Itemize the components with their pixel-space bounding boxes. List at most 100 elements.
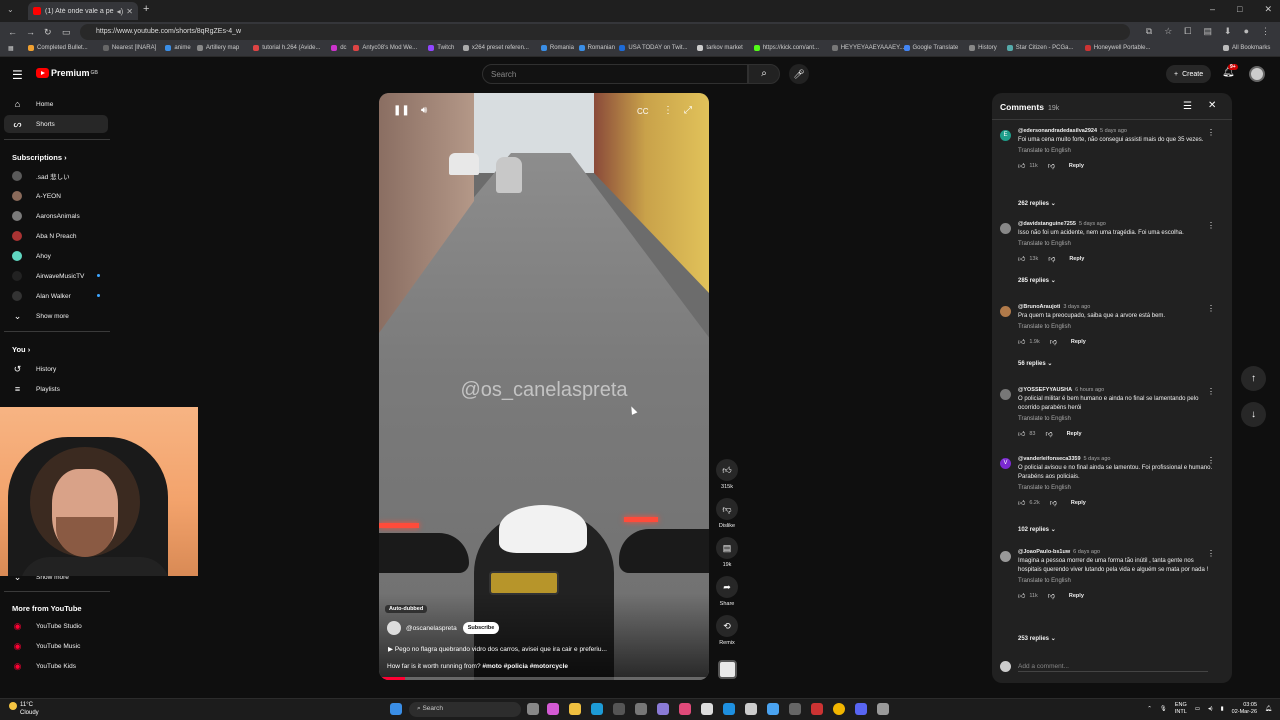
comment-author[interactable]: @BrunoAraujoti 3 days ago (1018, 304, 1214, 310)
clock[interactable]: 03:05 02-Mar-26 (1232, 702, 1257, 716)
comment-author[interactable]: @edersonandradedasilva2924 5 days ago (1018, 128, 1214, 134)
tray-chevron-icon[interactable]: ⌃ (1147, 706, 1152, 712)
subscribe-button[interactable]: Subscribe (462, 622, 500, 634)
translate-link[interactable]: Translate to English (1018, 416, 1214, 422)
tab-search-icon[interactable]: ⌄ (7, 5, 14, 14)
pause-icon[interactable]: ❚❚ (393, 105, 410, 116)
reply-button[interactable]: Reply (1069, 256, 1084, 262)
channel-avatar[interactable] (387, 621, 401, 635)
sidepanel-icon[interactable]: ▭ (62, 27, 71, 38)
download-icon[interactable]: ⬇ (1224, 26, 1232, 37)
thumbs-down-icon[interactable]: 👎︎ (716, 498, 738, 520)
comment-more-icon[interactable]: ⋮ (1207, 456, 1215, 465)
maximize-button[interactable]: □ (1237, 4, 1242, 15)
comment-more-icon[interactable]: ⋮ (1207, 304, 1215, 313)
bookmark-item[interactable]: Romanian (578, 45, 615, 51)
comment-author[interactable]: @vanderleifonseca3359 5 days ago (1018, 456, 1214, 462)
comment-more-icon[interactable]: ⋮ (1207, 549, 1215, 558)
thumbs-up-icon[interactable]: 👍︎ (1018, 337, 1025, 346)
commenter-avatar[interactable]: V (1000, 458, 1011, 469)
share-action[interactable]: ➦ Share (716, 576, 738, 607)
guide-menu-icon[interactable]: ☰ (12, 68, 23, 82)
volume-icon[interactable]: 🔊︎ (421, 105, 427, 116)
sidebar-item-history[interactable]: ↺ History (4, 360, 108, 378)
add-comment-row[interactable]: Add a comment... (1000, 661, 1208, 672)
thumbs-down-icon[interactable]: 👎︎ (1050, 337, 1057, 346)
tab-mute-icon[interactable]: ◂) (117, 7, 124, 16)
bookmark-star-icon[interactable]: ☆ (1164, 26, 1172, 37)
reply-button[interactable]: Reply (1069, 163, 1084, 169)
sidebar-item-youtube-studio[interactable]: ◉ YouTube Studio (4, 617, 108, 635)
sidebar-item-youtube-kids[interactable]: ◉ YouTube Kids (4, 657, 108, 675)
sidebar-item-home[interactable]: ⌂ Home (4, 95, 108, 113)
comment-author[interactable]: @YOSSEFYYAUSHA 6 hours ago (1018, 387, 1214, 393)
app-icon-g[interactable] (811, 703, 823, 715)
translate-link[interactable]: Translate to English (1018, 485, 1214, 491)
comment-author[interactable]: @JoaoPaulo-bs1uw 6 days ago (1018, 549, 1214, 555)
tab-close-icon[interactable]: ✕ (126, 7, 133, 16)
bookmark-item[interactable]: USA TODAY on Twit... (619, 45, 688, 51)
commenter-avatar[interactable] (1000, 389, 1011, 400)
subscriptions-heading[interactable]: Subscriptions › (12, 153, 67, 162)
bookmark-item[interactable]: https://kick.com/ant... (753, 45, 819, 51)
thumbs-down-icon[interactable]: 👎︎ (1048, 591, 1055, 600)
steam-icon[interactable] (745, 703, 757, 715)
comment-author[interactable]: @davidstanguine7255 5 days ago (1018, 221, 1214, 227)
search-button[interactable]: ⌕ (748, 64, 780, 84)
language-indicator[interactable]: ENG INTL (1175, 702, 1187, 716)
thumbs-up-icon[interactable]: 👍︎ (1018, 498, 1025, 507)
thumbs-up-icon[interactable]: 👍︎ (1018, 591, 1025, 600)
previous-short-button[interactable]: ↑ (1241, 366, 1266, 391)
notification-center-icon[interactable]: 🔔︎ (1265, 706, 1272, 712)
store-icon[interactable] (613, 703, 625, 715)
app-icon-h[interactable] (877, 703, 889, 715)
thumbs-down-icon[interactable]: 👎︎ (1048, 161, 1055, 170)
share-icon[interactable]: ➦ (716, 576, 738, 598)
minimize-button[interactable]: – (1210, 4, 1215, 15)
sidebar-item-playlists[interactable]: ≡ Playlists (4, 380, 108, 398)
bookmark-item[interactable]: x264 preset referen... (462, 45, 529, 51)
network-icon[interactable]: ▭ (1195, 706, 1200, 712)
taskbar-search[interactable]: ⌕ Search (409, 702, 521, 717)
shorts-video-player[interactable]: @os_canelaspreta ❚❚ 🔊︎ CC ⋮ ⤢ Auto-dubbe… (379, 93, 709, 680)
youtube-logo[interactable]: Premium GB (36, 68, 98, 78)
video-title[interactable]: ▶ Pego no flagra quebrando vidro dos car… (388, 645, 607, 653)
add-comment-input[interactable]: Add a comment... (1018, 663, 1069, 670)
sidebar-item-subscription[interactable]: AirwaveMusicTV (4, 267, 108, 285)
sort-icon[interactable]: ☰ (1183, 101, 1192, 112)
comment-more-icon[interactable]: ⋮ (1207, 387, 1215, 396)
comments-action[interactable]: ▤ 19k (716, 537, 738, 568)
back-icon[interactable]: ← (8, 27, 17, 37)
commenter-avatar[interactable] (1000, 223, 1011, 234)
bookmark-item[interactable]: tutorial h.264 (Avide... (253, 45, 320, 51)
account-avatar[interactable] (1249, 66, 1265, 82)
view-replies-button[interactable]: 56 replies ⌄ (1018, 360, 1052, 367)
channel-name[interactable]: @oscanelaspreta (406, 625, 457, 632)
speaker-icon[interactable]: ◂) (1208, 706, 1213, 712)
thumbs-up-icon[interactable]: 👍︎ (1018, 254, 1025, 263)
translate-link[interactable]: Translate to English (1018, 148, 1214, 154)
new-tab-icon[interactable]: + (143, 3, 149, 15)
profile-icon[interactable]: ● (1244, 26, 1249, 37)
remix-icon[interactable]: ⟲ (716, 615, 738, 637)
sound-thumbnail[interactable] (718, 660, 737, 679)
close-window-button[interactable]: ✕ (1264, 4, 1272, 15)
bookmark-item[interactable]: Twitch (428, 45, 454, 51)
like-action[interactable]: 👍︎ 315k (716, 459, 738, 490)
mic-tray-icon[interactable]: 🎙︎ (1160, 706, 1167, 712)
thumbs-up-icon[interactable]: 👍︎ (1018, 429, 1025, 438)
edge-icon[interactable] (591, 703, 603, 715)
video-progress-bar[interactable] (379, 677, 709, 680)
app-icon-c[interactable] (679, 703, 691, 715)
translate-link[interactable]: Translate to English (1018, 241, 1214, 247)
task-view-icon[interactable] (527, 703, 539, 715)
sidebar-item-subscription[interactable]: AaronsAnimals (4, 207, 108, 225)
view-replies-button[interactable]: 253 replies ⌄ (1018, 635, 1056, 642)
sidebar-item-subscription[interactable]: Aba N Preach (4, 227, 108, 245)
commenter-avatar[interactable] (1000, 551, 1011, 562)
view-replies-button[interactable]: 262 replies ⌄ (1018, 200, 1056, 207)
bookmark-item[interactable]: anime (165, 45, 191, 51)
comment-icon[interactable]: ▤ (716, 537, 738, 559)
captions-icon[interactable]: CC (637, 107, 649, 116)
bookmark-item[interactable]: Google Translate (903, 45, 958, 51)
